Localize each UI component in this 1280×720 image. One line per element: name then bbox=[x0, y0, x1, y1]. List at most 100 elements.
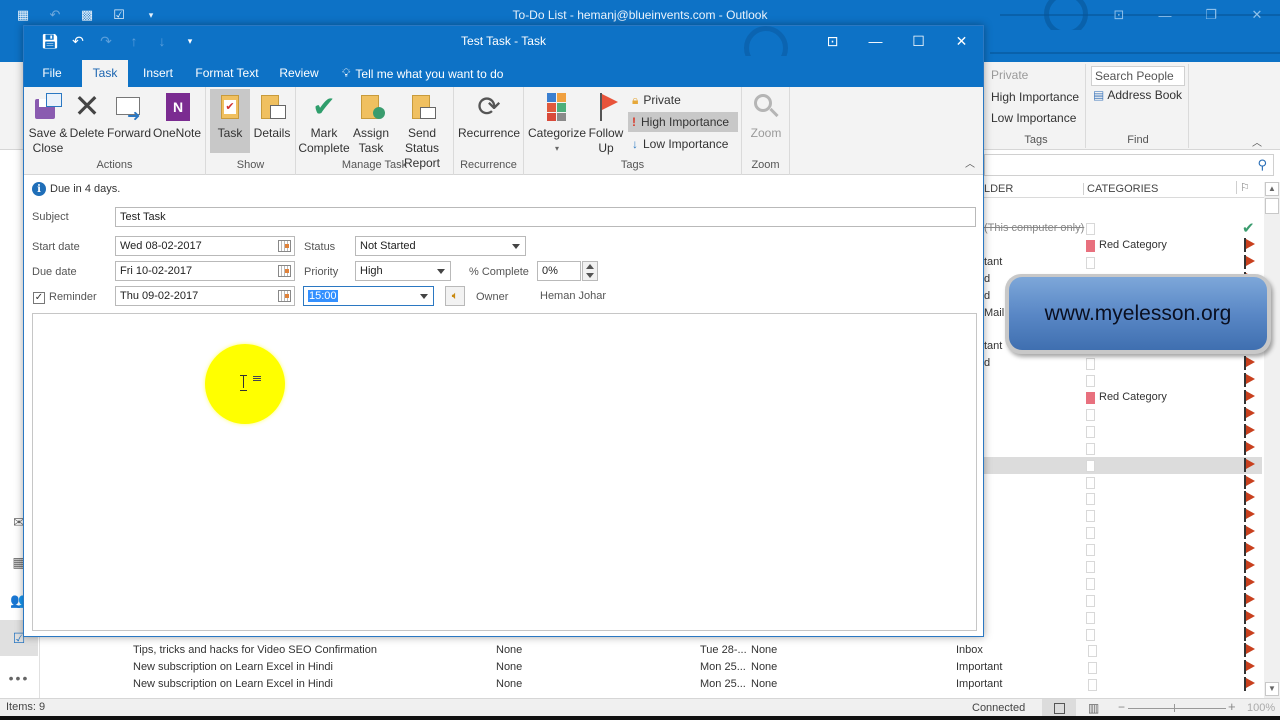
zoom-slider-thumb[interactable] bbox=[1174, 704, 1175, 712]
tab-format-text[interactable]: Format Text bbox=[192, 60, 262, 87]
follow-up-flag-icon[interactable] bbox=[1244, 592, 1256, 607]
normal-view-button[interactable] bbox=[1042, 699, 1076, 717]
follow-up-flag-icon[interactable] bbox=[1244, 660, 1256, 674]
assign-task-button[interactable]: Assign Task bbox=[352, 91, 390, 156]
completed-check-icon[interactable]: ✔ bbox=[1242, 219, 1255, 237]
recurrence-button[interactable]: ⟳ Recurrence bbox=[458, 91, 520, 141]
stepper-up-icon[interactable] bbox=[586, 264, 594, 269]
scroll-up-icon[interactable]: ▲ bbox=[1265, 182, 1279, 196]
follow-up-flag-icon[interactable] bbox=[1244, 542, 1256, 557]
percent-complete-input[interactable]: 0% bbox=[537, 261, 581, 281]
tab-insert[interactable]: Insert bbox=[138, 60, 178, 87]
collapse-ribbon-icon[interactable]: ︿ bbox=[965, 155, 975, 170]
follow-up-flag-icon[interactable] bbox=[1244, 423, 1256, 438]
zoom-out-icon[interactable]: − bbox=[1118, 700, 1125, 714]
follow-up-flag-icon[interactable] bbox=[1244, 643, 1256, 657]
scroll-down-icon[interactable]: ▼ bbox=[1265, 682, 1279, 696]
flag-status-header-icon[interactable]: ⚐ bbox=[1236, 181, 1250, 194]
minimize-icon[interactable]: — bbox=[1142, 0, 1188, 30]
task-list-row[interactable] bbox=[984, 541, 1262, 558]
follow-up-flag-icon[interactable] bbox=[1244, 508, 1256, 523]
outlook-low-importance-button[interactable]: Low Importance bbox=[991, 111, 1076, 125]
column-header-categories[interactable]: CATEGORIES bbox=[1083, 183, 1158, 195]
stepper-down-icon[interactable] bbox=[586, 273, 594, 278]
task-list-row[interactable]: Red Category bbox=[984, 389, 1262, 406]
follow-up-flag-icon[interactable] bbox=[1244, 406, 1256, 421]
ribbon-display-icon[interactable]: ⊡ bbox=[811, 26, 854, 56]
follow-up-flag-icon[interactable] bbox=[1244, 373, 1256, 388]
subject-input[interactable]: Test Task bbox=[115, 207, 976, 227]
collapse-ribbon-icon[interactable]: ︿ bbox=[1252, 134, 1262, 149]
task-list-row[interactable] bbox=[984, 406, 1262, 423]
low-importance-button[interactable]: ↓ Low Importance bbox=[628, 134, 732, 154]
save-close-button[interactable]: Save & Close bbox=[28, 91, 68, 156]
follow-up-flag-icon[interactable] bbox=[1244, 626, 1256, 641]
tab-file[interactable]: File bbox=[36, 60, 68, 87]
follow-up-flag-icon[interactable] bbox=[1244, 457, 1256, 472]
zoom-slider[interactable] bbox=[1128, 708, 1226, 709]
tab-task[interactable]: Task bbox=[82, 60, 128, 87]
task-list-row[interactable]: Tips, tricks and hacks for Video SEO Con… bbox=[40, 642, 1264, 659]
reminder-sound-button[interactable]: 🔈︎ bbox=[445, 286, 465, 306]
private-button[interactable]: 🔒︎ Private bbox=[628, 90, 685, 110]
start-date-input[interactable]: Wed 08-02-2017 bbox=[115, 236, 295, 256]
onenote-button[interactable]: N OneNote bbox=[152, 91, 202, 141]
task-list-scrollbar[interactable]: ▲ ▼ bbox=[1264, 182, 1280, 698]
priority-select[interactable]: High bbox=[355, 261, 451, 281]
reading-view-icon[interactable]: ▥ bbox=[1088, 701, 1099, 715]
task-list-row[interactable] bbox=[984, 456, 1262, 474]
minimize-icon[interactable]: — bbox=[854, 26, 897, 56]
tell-me-search[interactable]: 💡︎ Tell me what you want to do bbox=[342, 66, 503, 81]
mark-complete-button[interactable]: ✔ Mark Complete bbox=[298, 91, 350, 156]
search-tasks-input[interactable]: ⚲ bbox=[984, 154, 1274, 176]
outlook-high-importance-button[interactable]: High Importance bbox=[991, 90, 1079, 104]
task-list-row[interactable] bbox=[984, 490, 1262, 507]
close-icon[interactable]: ✕ bbox=[1234, 0, 1280, 30]
search-icon[interactable]: ⚲ bbox=[1257, 157, 1267, 173]
follow-up-flag-icon[interactable] bbox=[1244, 390, 1256, 404]
follow-up-flag-icon[interactable] bbox=[1244, 440, 1256, 455]
follow-up-flag-icon[interactable] bbox=[1244, 474, 1256, 489]
zoom-level[interactable]: 100% bbox=[1247, 702, 1275, 714]
percent-complete-stepper[interactable] bbox=[582, 261, 598, 281]
task-list-row[interactable]: (This computer only) ✔ bbox=[984, 220, 1262, 237]
task-list-row[interactable] bbox=[984, 592, 1262, 609]
column-header-folder[interactable]: LDER bbox=[984, 183, 1013, 195]
status-select[interactable]: Not Started bbox=[355, 236, 526, 256]
task-list-row[interactable]: tant bbox=[984, 254, 1262, 271]
follow-up-button[interactable]: Follow Up bbox=[586, 91, 626, 156]
high-importance-button[interactable]: ! High Importance bbox=[628, 112, 738, 132]
task-list-row[interactable] bbox=[984, 440, 1262, 457]
follow-up-flag-icon[interactable] bbox=[1244, 356, 1256, 371]
follow-up-flag-icon[interactable] bbox=[1244, 575, 1256, 590]
due-date-input[interactable]: Fri 10-02-2017 bbox=[115, 261, 295, 281]
task-list-row[interactable] bbox=[984, 524, 1262, 541]
tab-review[interactable]: Review bbox=[276, 60, 322, 87]
scroll-thumb[interactable] bbox=[1265, 198, 1279, 214]
follow-up-flag-icon[interactable] bbox=[1244, 254, 1256, 269]
follow-up-flag-icon[interactable] bbox=[1244, 559, 1256, 573]
delete-button[interactable]: ✕ Delete bbox=[70, 90, 105, 141]
follow-up-flag-icon[interactable] bbox=[1244, 609, 1256, 624]
forward-button[interactable]: ➜ Forward bbox=[107, 91, 151, 141]
calendar-icon[interactable] bbox=[278, 240, 291, 252]
zoom-button[interactable]: Zoom bbox=[748, 91, 784, 141]
address-book-button[interactable]: ▤ Address Book bbox=[1093, 88, 1182, 102]
details-button[interactable]: Details bbox=[252, 91, 292, 141]
task-body-editor[interactable] bbox=[32, 313, 977, 631]
more-icon[interactable]: ••• bbox=[0, 660, 38, 696]
task-list-row[interactable]: d bbox=[984, 355, 1262, 372]
follow-up-flag-icon[interactable] bbox=[1244, 677, 1256, 691]
task-list-row[interactable]: Red Category bbox=[984, 237, 1262, 254]
task-list-row[interactable] bbox=[984, 575, 1262, 592]
follow-up-flag-icon[interactable] bbox=[1244, 237, 1256, 252]
task-list-row[interactable] bbox=[984, 474, 1262, 491]
ribbon-display-icon[interactable]: ⊡ bbox=[1096, 0, 1142, 30]
task-list-row[interactable]: New subscription on Learn Excel in Hindi… bbox=[40, 659, 1264, 676]
reminder-checkbox[interactable]: ✓ bbox=[33, 292, 45, 304]
categorize-button[interactable]: Categorize ▾ bbox=[528, 91, 586, 156]
outlook-private-button[interactable]: Private bbox=[991, 68, 1028, 82]
zoom-in-icon[interactable]: + bbox=[1228, 699, 1236, 714]
maximize-icon[interactable]: ☐ bbox=[897, 26, 940, 56]
reminder-time-select[interactable]: 15:00 bbox=[303, 286, 434, 306]
